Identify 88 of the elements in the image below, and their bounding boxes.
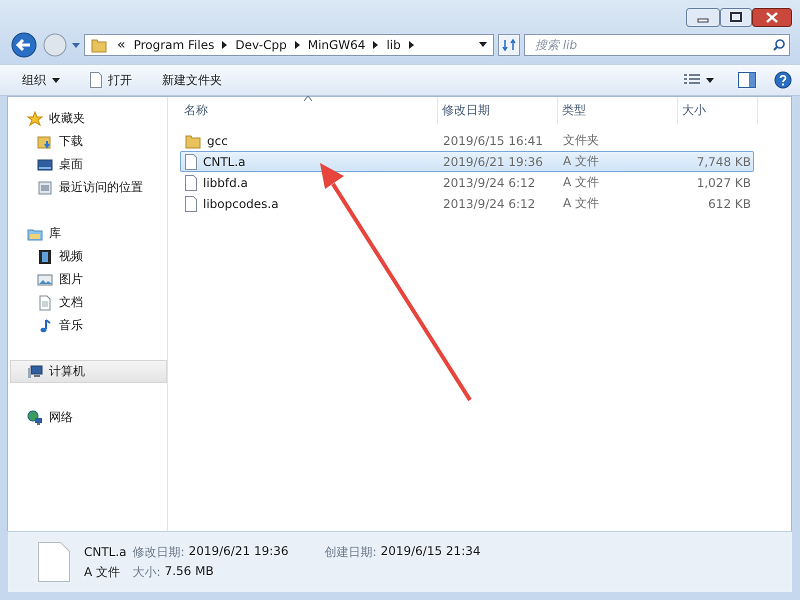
- breadcrumb[interactable]: lib: [386, 38, 401, 52]
- file-type: 文件夹: [562, 132, 600, 149]
- chevron-icon[interactable]: [222, 41, 228, 49]
- sidebar-item[interactable]: 收藏夹: [10, 107, 167, 130]
- file-name: libbfd.a: [203, 176, 248, 190]
- preview-pane-icon[interactable]: [738, 72, 756, 88]
- breadcrumb[interactable]: MinGW64: [308, 38, 366, 52]
- detail-value: 7.56 MB: [164, 564, 214, 580]
- breadcrumb-overflow[interactable]: «: [117, 37, 126, 53]
- file-type: A 文件: [562, 174, 600, 191]
- sidebar-item[interactable]: 桌面: [10, 153, 167, 176]
- file-icon: [38, 542, 70, 582]
- desktop-icon: [37, 156, 53, 172]
- picture-icon: [37, 272, 53, 288]
- folder-download-icon: [37, 134, 53, 150]
- modified-date: 2013/9/24 6:12: [442, 176, 536, 190]
- maximize-button[interactable]: [720, 8, 752, 28]
- close-button[interactable]: [752, 8, 792, 28]
- file-size: 7,748 KB: [696, 154, 752, 168]
- file-icon: [90, 72, 102, 88]
- chevron-icon[interactable]: [373, 41, 378, 49]
- sidebar-item[interactable]: 库: [10, 222, 167, 245]
- file-icon: [185, 196, 197, 212]
- help-icon[interactable]: [774, 71, 792, 89]
- breadcrumb[interactable]: Program Files: [134, 38, 214, 52]
- search-icon: [773, 39, 785, 51]
- sidebar-item[interactable]: 音乐: [10, 314, 167, 337]
- file-row[interactable]: gcc 2019/6/15 16:41 文件夹: [180, 130, 754, 151]
- back-button[interactable]: [10, 31, 38, 59]
- file-name: CNTL.a: [203, 154, 246, 168]
- dropdown-caret-icon[interactable]: [479, 42, 487, 48]
- toolbar-button[interactable]: 新建文件夹: [156, 68, 228, 92]
- column-header[interactable]: 名称: [180, 97, 438, 124]
- star-icon: [27, 110, 43, 126]
- detail-value: 2019/6/21 19:36: [188, 544, 289, 560]
- toolbar-button[interactable]: 打开: [84, 68, 138, 92]
- detail-label: 创建日期:: [324, 544, 377, 560]
- sidebar-item[interactable]: 文档: [10, 291, 167, 314]
- sidebar-item[interactable]: 视频: [10, 245, 167, 268]
- toolbar-button[interactable]: 组织: [16, 68, 66, 92]
- column-header[interactable]: 大小: [678, 97, 758, 124]
- detail-value: 2019/6/15 21:34: [380, 544, 481, 560]
- column-header[interactable]: 类型: [558, 97, 678, 124]
- document-icon: [37, 294, 53, 310]
- chevron-icon[interactable]: [294, 41, 300, 49]
- folder-icon: [91, 37, 107, 53]
- column-header[interactable]: 修改日期: [438, 97, 558, 124]
- file-row[interactable]: libbfd.a 2013/9/24 6:12 A 文件 1,027 KB: [180, 172, 754, 193]
- file-type: A 文件: [562, 195, 600, 212]
- detail-label: 大小:: [132, 564, 161, 580]
- file-size: 612 KB: [707, 196, 752, 210]
- file-size: 1,027 KB: [696, 176, 752, 190]
- file-row[interactable]: CNTL.a 2019/6/21 19:36 A 文件 7,748 KB: [180, 151, 754, 172]
- search-input[interactable]: 搜索 lib: [533, 37, 773, 53]
- list-view-icon: [684, 73, 700, 87]
- sidebar-item[interactable]: 图片: [10, 268, 167, 291]
- folder-icon: [185, 132, 201, 148]
- sidebar-item[interactable]: 下载: [10, 130, 167, 153]
- network-globe-icon: [27, 410, 43, 426]
- modified-date: 2019/6/15 16:41: [442, 134, 544, 148]
- sidebar-item[interactable]: 最近访问的位置: [10, 176, 167, 199]
- chevron-icon[interactable]: [408, 41, 414, 49]
- caret-icon: [52, 78, 60, 82]
- modified-date: 2013/9/24 6:12: [442, 196, 536, 210]
- caret-icon: [706, 78, 714, 82]
- toolbar-label: 组织: [22, 72, 46, 88]
- sidebar-item[interactable]: 计算机: [10, 360, 167, 383]
- detail-name: CNTL.a: [84, 545, 127, 559]
- toolbar-label: 打开: [108, 72, 132, 88]
- detail-type: A 文件: [84, 564, 122, 580]
- file-type: A 文件: [562, 153, 600, 170]
- film-icon: [37, 248, 53, 264]
- file-icon: [185, 154, 197, 170]
- refresh-icon: [502, 38, 516, 52]
- search-field[interactable]: 搜索 lib: [524, 34, 790, 56]
- file-name: gcc: [207, 134, 228, 148]
- computer-icon: [27, 364, 43, 380]
- recent-places-icon: [37, 180, 53, 196]
- detail-label: 修改日期:: [132, 544, 185, 560]
- toolbar-label: 新建文件夹: [162, 72, 222, 88]
- breadcrumb[interactable]: Dev-Cpp: [235, 38, 287, 52]
- sidebar-item[interactable]: 网络: [10, 406, 167, 429]
- file-row[interactable]: libopcodes.a 2013/9/24 6:12 A 文件 612 KB: [180, 193, 754, 214]
- modified-date: 2019/6/21 19:36: [442, 154, 544, 168]
- file-icon: [185, 174, 197, 190]
- minimize-button[interactable]: [686, 8, 720, 28]
- file-name: libopcodes.a: [203, 196, 279, 210]
- refresh-button[interactable]: [498, 34, 520, 56]
